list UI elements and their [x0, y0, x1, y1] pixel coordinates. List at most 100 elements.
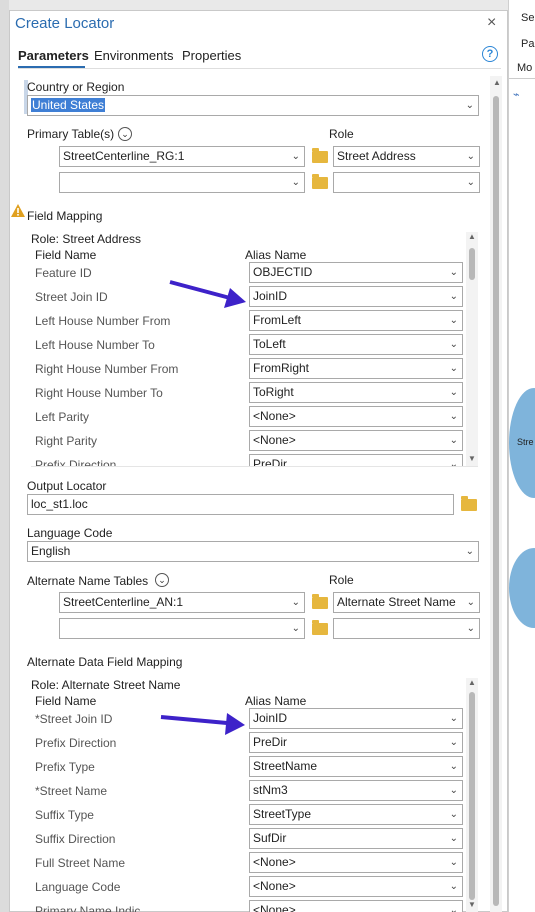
scroll-down-icon[interactable]: ▼ [468, 454, 476, 463]
field-name-cell: Full Street Name [35, 856, 126, 870]
alias-dropdown[interactable]: StreetName ⌄ [249, 756, 463, 777]
alias-dropdown[interactable]: ToRight ⌄ [249, 382, 463, 403]
alias-value: <None> [253, 879, 296, 893]
bg-text-1: Sel [521, 12, 535, 24]
alias-dropdown[interactable]: ToLeft ⌄ [249, 334, 463, 355]
alias-value: PreDir [253, 735, 288, 749]
chevron-down-icon: ⌄ [449, 785, 458, 796]
alias-value: JoinID [253, 289, 288, 303]
table-row: Left House Number To ToLeft ⌄ [0, 334, 466, 358]
alias-dropdown[interactable]: <None> ⌄ [249, 406, 463, 427]
field-name-cell: Prefix Type [35, 760, 95, 774]
alias-dropdown[interactable]: FromLeft ⌄ [249, 310, 463, 331]
alt-mapping-scrollbar[interactable]: ▲ ▼ [466, 678, 478, 912]
scroll-up-icon[interactable]: ▲ [468, 232, 476, 241]
chevron-down-icon: ⌄ [449, 315, 458, 326]
field-name-cell: Left Parity [35, 410, 90, 424]
primary-role-dropdown-2[interactable]: ⌄ [333, 172, 480, 193]
chevron-down-icon: ⌄ [465, 546, 474, 557]
browse-folder-icon[interactable] [461, 496, 477, 511]
alias-dropdown[interactable]: <None> ⌄ [249, 876, 463, 897]
annotation-arrow-1 [169, 280, 246, 308]
table-row: Right Parity <None> ⌄ [0, 430, 466, 454]
alias-value: OBJECTID [253, 265, 313, 279]
alias-dropdown[interactable]: FromRight ⌄ [249, 358, 463, 379]
field-mapping-scroll-thumb[interactable] [469, 248, 475, 280]
chevron-down-icon: ⌄ [449, 387, 458, 398]
alias-dropdown[interactable]: PreDir ⌄ [249, 732, 463, 753]
alias-value: SufDir [253, 831, 287, 845]
field-name-cell: Right Parity [35, 434, 98, 448]
primary-tables-label: Primary Table(s) [27, 127, 115, 141]
active-tab-indicator [18, 66, 85, 68]
chevron-down-icon: ⌄ [466, 623, 475, 634]
country-dropdown[interactable]: United States ⌄ [27, 95, 479, 116]
collapse-chevron-icon[interactable]: ⌄ [155, 573, 169, 587]
alias-dropdown[interactable]: <None> ⌄ [249, 430, 463, 451]
tab-properties[interactable]: Properties [182, 48, 241, 63]
alias-dropdown[interactable]: OBJECTID ⌄ [249, 262, 463, 283]
table-row: Right House Number From FromRight ⌄ [0, 358, 466, 382]
alias-value: PreDir [253, 457, 288, 466]
alternate-role-dropdown-1[interactable]: Alternate Street Name ⌄ [333, 592, 480, 613]
alias-dropdown[interactable]: JoinID ⌄ [249, 708, 463, 729]
output-locator-label: Output Locator [27, 479, 107, 493]
language-dropdown[interactable]: English ⌄ [27, 541, 479, 562]
browse-folder-icon[interactable] [312, 174, 328, 189]
alias-dropdown[interactable]: PreDir ⌄ [249, 454, 463, 466]
browse-folder-icon[interactable] [312, 594, 328, 609]
primary-role-value-1: Street Address [337, 149, 416, 163]
alias-value: FromRight [253, 361, 310, 375]
chevron-down-icon: ⌄ [449, 267, 458, 278]
alias-dropdown[interactable]: JoinID ⌄ [249, 286, 463, 307]
map-blob-label: Stre [517, 437, 534, 447]
alias-value: <None> [253, 433, 296, 447]
field-name-cell: Right House Number From [35, 362, 179, 376]
tab-environments[interactable]: Environments [94, 48, 173, 63]
alias-value: ToLeft [253, 337, 286, 351]
alternate-role-label: Role [329, 573, 354, 587]
scroll-up-icon[interactable]: ▲ [468, 678, 476, 687]
field-mapping-scrollbar[interactable]: ▲ ▼ [466, 232, 478, 466]
alternate-role-dropdown-2[interactable]: ⌄ [333, 618, 480, 639]
alternate-table-dropdown-2[interactable]: ⌄ [59, 618, 305, 639]
primary-table-dropdown-1[interactable]: StreetCenterline_RG:1 ⌄ [59, 146, 305, 167]
alias-value: <None> [253, 855, 296, 869]
chevron-down-icon: ⌄ [449, 737, 458, 748]
field-mapping-role: Role: Street Address [31, 232, 142, 246]
table-row: Right House Number To ToRight ⌄ [0, 382, 466, 406]
primary-role-dropdown-1[interactable]: Street Address ⌄ [333, 146, 480, 167]
browse-folder-icon[interactable] [312, 148, 328, 163]
scroll-down-icon[interactable]: ▼ [468, 900, 476, 909]
primary-role-label: Role [329, 127, 354, 141]
primary-table-dropdown-2[interactable]: ⌄ [59, 172, 305, 193]
chevron-down-icon: ⌄ [449, 881, 458, 892]
close-icon[interactable]: × [487, 14, 496, 32]
alternate-role-value-1: Alternate Street Name [337, 595, 456, 609]
alt-mapping-scroll-thumb[interactable] [469, 692, 475, 900]
alias-dropdown[interactable]: <None> ⌄ [249, 852, 463, 873]
alias-dropdown[interactable]: stNm3 ⌄ [249, 780, 463, 801]
alias-value: ToRight [253, 385, 294, 399]
chevron-down-icon: ⌄ [449, 411, 458, 422]
alternate-tables-label: Alternate Name Tables [27, 574, 149, 588]
table-row: Left Parity <None> ⌄ [0, 406, 466, 430]
output-locator-input[interactable]: loc_st1.loc [27, 494, 454, 515]
tab-parameters[interactable]: Parameters [18, 48, 89, 63]
pane-scrollbar[interactable] [490, 76, 502, 912]
alternate-table-dropdown-1[interactable]: StreetCenterline_AN:1 ⌄ [59, 592, 305, 613]
field-name-cell: Suffix Direction [35, 832, 116, 846]
alias-value: <None> [253, 903, 296, 912]
table-row: Full Street Name <None> ⌄ [0, 852, 466, 876]
collapse-chevron-icon[interactable]: ⌄ [118, 127, 132, 141]
alias-dropdown[interactable]: SufDir ⌄ [249, 828, 463, 849]
alias-dropdown[interactable]: <None> ⌄ [249, 900, 463, 912]
browse-folder-icon[interactable] [312, 620, 328, 635]
chevron-down-icon: ⌄ [449, 833, 458, 844]
pane-scrollbar-thumb[interactable] [493, 96, 499, 906]
chevron-down-icon: ⌄ [466, 597, 475, 608]
alias-dropdown[interactable]: StreetType ⌄ [249, 804, 463, 825]
table-row: Suffix Direction SufDir ⌄ [0, 828, 466, 852]
scroll-up-icon[interactable]: ▲ [493, 78, 501, 87]
help-icon[interactable]: ? [482, 46, 498, 62]
